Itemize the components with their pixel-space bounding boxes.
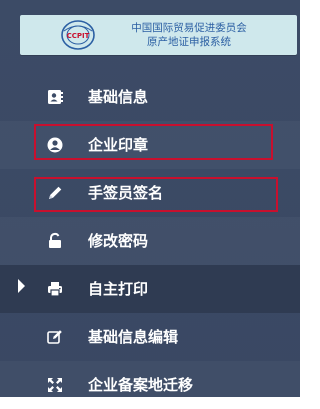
system-name: 原产地证申报系统 (147, 36, 231, 48)
unlock-icon (46, 232, 64, 250)
sidebar-menu: 基础信息 企业印章 手签员签名 修改密码 自主打印 基础信息编辑 企业备案地迁移 (0, 73, 300, 409)
menu-item-label: 基础信息编辑 (88, 328, 179, 346)
menu-item-label: 企业备案地迁移 (88, 376, 194, 394)
menu-item-company-seal[interactable]: 企业印章 (0, 121, 300, 169)
sidebar: CCPIT 中国国际贸易促进委员会 原产地证申报系统 基础信息 企业印章 手签员… (0, 0, 300, 397)
edit-icon (46, 328, 64, 346)
menu-item-label: 基础信息 (88, 88, 149, 106)
menu-item-label: 自主打印 (88, 280, 149, 298)
menu-item-basic-info[interactable]: 基础信息 (0, 73, 300, 121)
active-pointer (18, 279, 25, 293)
content-edge (300, 0, 320, 397)
contact-card-icon (46, 88, 64, 106)
printer-icon (46, 280, 64, 298)
menu-item-label: 手签员签名 (88, 184, 164, 202)
ccpit-logo-icon: CCPIT (61, 20, 95, 50)
menu-item-label: 企业印章 (88, 136, 149, 154)
pencil-icon (46, 184, 64, 202)
menu-item-edit-basic-info[interactable]: 基础信息编辑 (0, 313, 300, 361)
move-arrows-icon (46, 376, 64, 394)
logo-banner[interactable]: CCPIT 中国国际贸易促进委员会 原产地证申报系统 (20, 15, 297, 55)
menu-item-signer-signature[interactable]: 手签员签名 (0, 169, 300, 217)
svg-text:CCPIT: CCPIT (67, 32, 90, 40)
menu-item-change-password[interactable]: 修改密码 (0, 217, 300, 265)
menu-item-label: 修改密码 (88, 232, 149, 250)
menu-item-filing-relocation[interactable]: 企业备案地迁移 (0, 361, 300, 409)
org-name: 中国国际贸易促进委员会 (131, 22, 247, 34)
menu-item-self-print[interactable]: 自主打印 (0, 265, 300, 313)
user-circle-icon (46, 136, 64, 154)
